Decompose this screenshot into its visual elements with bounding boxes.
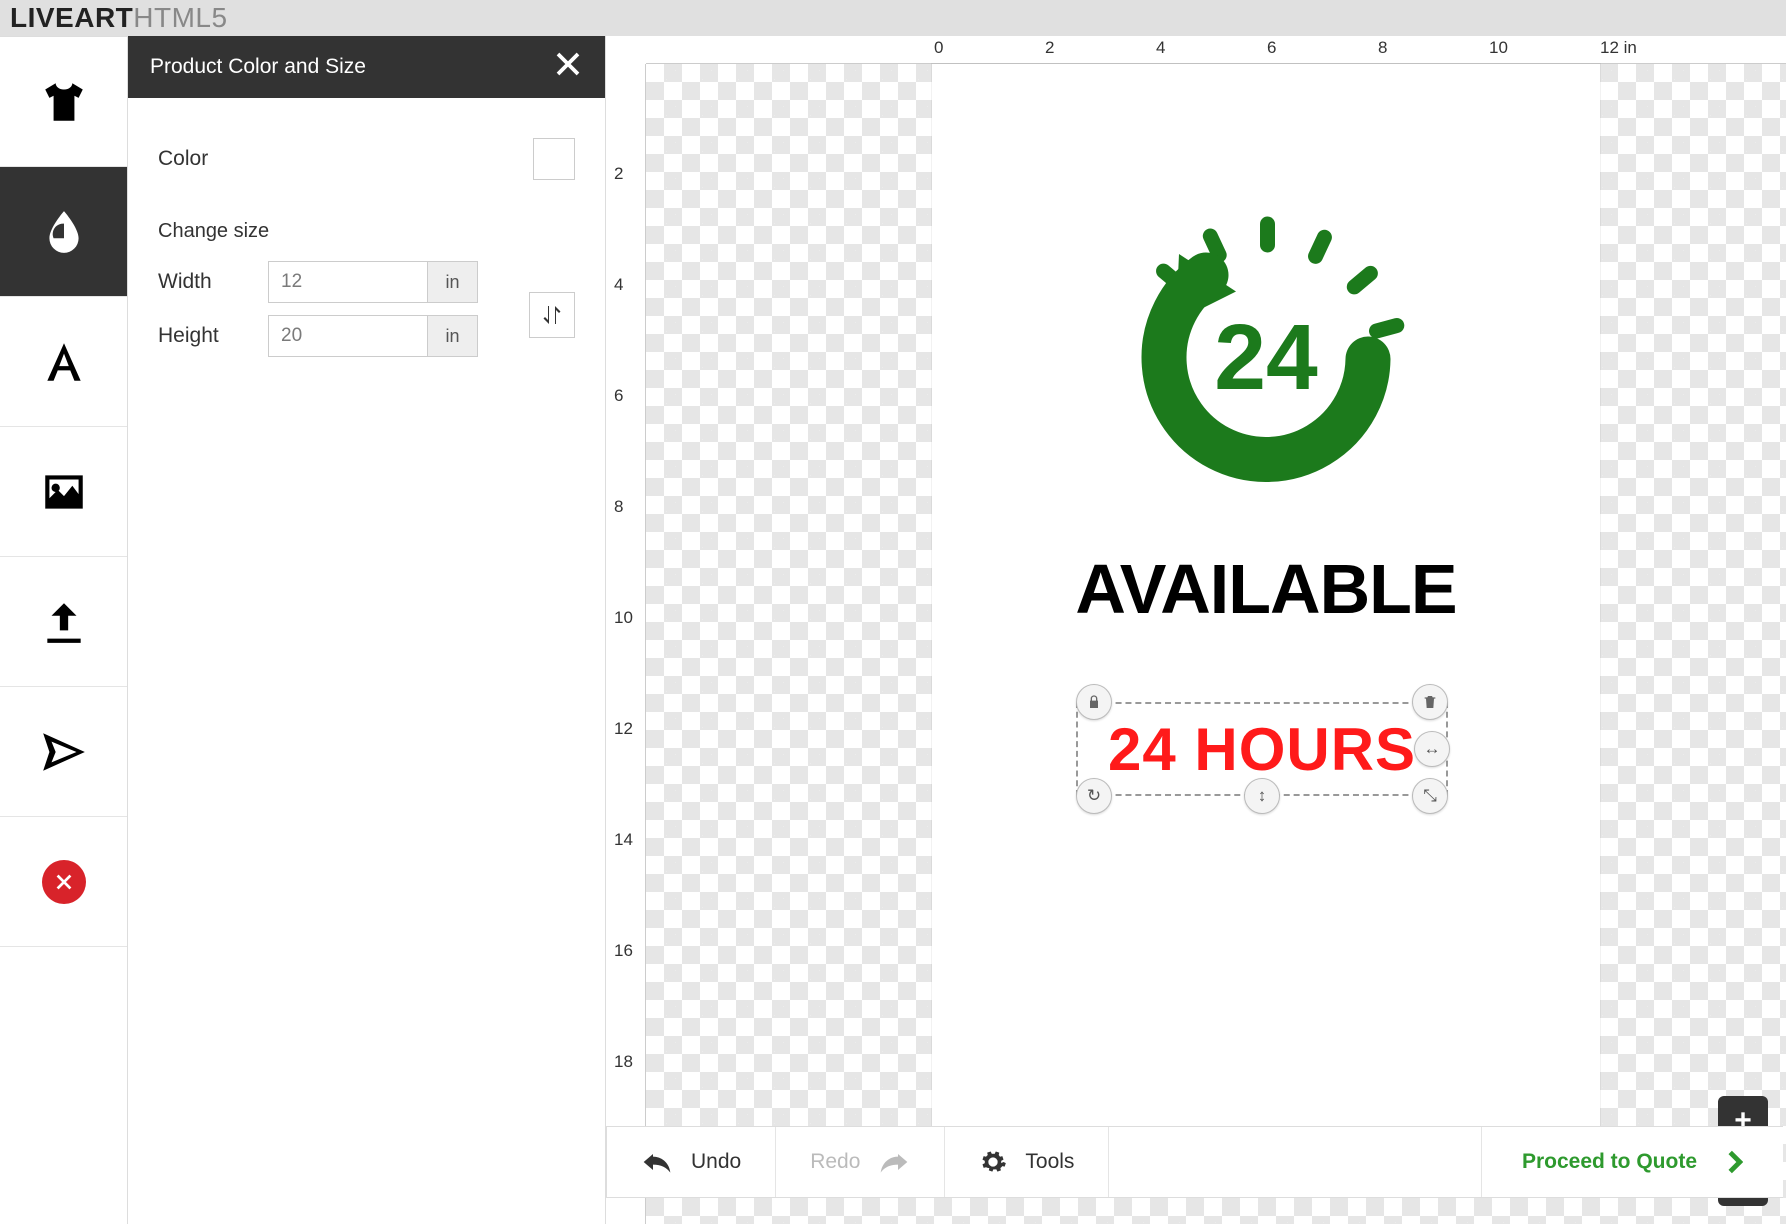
ruler-v-tick: 4 [614,275,623,295]
swap-icon [540,303,564,327]
handle-delete[interactable] [1412,684,1448,720]
width-input[interactable] [268,261,428,303]
tool-clear[interactable] [0,817,127,947]
paper-plane-icon [39,727,89,777]
redo-button[interactable]: Redo [776,1127,945,1197]
selection-box[interactable]: 24 HOURS ↔ ↻ ↕ ⤡ [1076,684,1448,814]
ruler-h-tick: 6 [1267,38,1276,58]
ruler-v-tick: 18 [614,1052,633,1072]
color-swatch[interactable] [533,138,575,180]
handle-rotate[interactable]: ↻ [1076,778,1112,814]
ruler-h-tick: 2 [1045,38,1054,58]
tool-send[interactable] [0,687,127,817]
handle-lock[interactable] [1076,684,1112,720]
undo-label: Undo [691,1150,741,1174]
tool-upload[interactable] [0,557,127,687]
width-unit: in [428,261,478,303]
design-content: 24 AVAILABLE [932,209,1600,629]
tool-text[interactable] [0,297,127,427]
ruler-v-tick: 12 [614,719,633,739]
artboard[interactable]: 24 AVAILABLE 24 HOURS ↔ ↻ ↕ ⤡ [932,64,1600,1179]
close-icon [553,49,583,79]
circle-24-graphic[interactable]: 24 [1116,209,1416,509]
ruler-h-tick: 10 [1489,38,1508,58]
quote-label: Proceed to Quote [1522,1150,1697,1174]
handle-resize-h[interactable]: ↔ [1414,731,1450,767]
panel-product-color-size: Product Color and Size Color Change size… [128,36,606,1224]
ruler-v-tick: 8 [614,497,623,517]
ruler-vertical: 2 4 6 8 10 12 14 16 18 20 [606,64,646,1224]
footer-spacer [1109,1127,1482,1197]
ruler-v-tick: 14 [614,830,633,850]
chevron-right-icon [1727,1150,1743,1174]
width-label: Width [158,270,268,294]
tool-color[interactable] [0,167,127,297]
title-bold: LIVEART [10,2,133,33]
redo-icon [878,1150,910,1174]
sidebar-tools [0,36,128,1224]
tool-image[interactable] [0,427,127,557]
ruler-v-tick: 2 [614,164,623,184]
trash-icon [1422,694,1438,710]
color-label: Color [158,147,533,171]
ruler-v-tick: 16 [614,941,633,961]
clear-icon [42,860,86,904]
text-available[interactable]: AVAILABLE [932,549,1600,629]
tools-button[interactable]: Tools [945,1127,1109,1197]
change-size-label: Change size [158,220,575,243]
footer-toolbar: Undo Redo Tools Proceed to Quote [606,1126,1783,1198]
gear-icon [979,1148,1007,1176]
canvas-area: 0 2 4 6 8 10 12 in 2 4 6 8 10 12 14 16 1… [606,36,1786,1224]
image-icon [39,467,89,517]
panel-close-button[interactable] [553,49,583,85]
undo-button[interactable]: Undo [607,1127,776,1197]
height-input[interactable] [268,315,428,357]
height-unit: in [428,315,478,357]
undo-icon [641,1150,673,1174]
ruler-horizontal: 0 2 4 6 8 10 12 in [646,36,1786,64]
tshirt-icon [39,77,89,127]
handle-resize-corner[interactable]: ⤡ [1412,778,1448,814]
ruler-h-tick: 8 [1378,38,1387,58]
title-light: HTML5 [133,2,227,33]
upload-icon [39,597,89,647]
canvas-background[interactable]: 24 AVAILABLE 24 HOURS ↔ ↻ ↕ ⤡ [646,64,1786,1224]
ruler-h-tick: 0 [934,38,943,58]
tools-label: Tools [1025,1150,1074,1174]
height-label: Height [158,324,268,348]
ruler-h-unit: 12 in [1600,38,1637,58]
ruler-v-tick: 10 [614,608,633,628]
swap-dimensions-button[interactable] [529,292,575,338]
proceed-to-quote-button[interactable]: Proceed to Quote [1482,1127,1783,1197]
lock-icon [1086,694,1102,710]
panel-title: Product Color and Size [150,55,366,79]
app-title: LIVEARTHTML5 [0,0,1786,36]
handle-resize-v[interactable]: ↕ [1244,778,1280,814]
drop-icon [39,207,89,257]
ruler-v-tick: 6 [614,386,623,406]
tool-product[interactable] [0,37,127,167]
ruler-h-tick: 4 [1156,38,1165,58]
redo-label: Redo [810,1150,860,1174]
svg-text:24: 24 [1214,305,1318,409]
panel-header: Product Color and Size [128,36,605,98]
text-icon [39,337,89,387]
